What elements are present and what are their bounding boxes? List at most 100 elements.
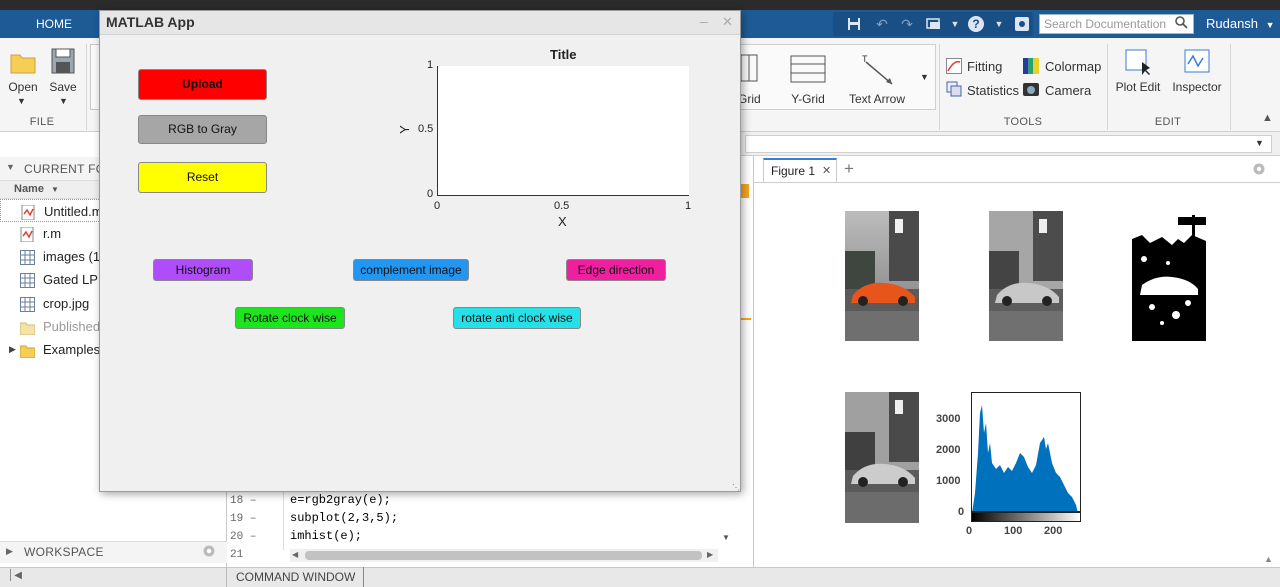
inspector-icon[interactable] [1183,48,1211,76]
complement-image-button[interactable]: complement image [353,259,469,281]
m-file-icon [21,204,36,221]
axes-y-tick: 0 [427,188,434,200]
list-item-label: Published [43,319,101,334]
close-icon[interactable]: ✕ [722,14,733,30]
original-image-subplot [845,211,919,341]
help-menu-chevron-icon[interactable]: ▼ [988,14,1010,34]
open-folder-icon[interactable] [10,50,36,76]
fitting-button[interactable]: Fitting [967,59,1002,74]
rotate-clockwise-button[interactable]: Rotate clock wise [235,307,345,329]
expand-triangle-icon[interactable]: ▶ [9,338,16,361]
rotate-anticlockwise-button[interactable]: rotate anti clock wise [453,307,581,329]
histogram-plot [971,392,1081,512]
collapse-ribbon-icon[interactable]: ▲ [1262,112,1273,124]
axes-ylabel: Y [396,125,412,134]
ribbon-separator [1107,44,1108,130]
editor-warning-marker [741,184,749,198]
plot-edit-icon[interactable] [1124,48,1152,76]
ui-axes[interactable] [437,66,689,196]
command-window-label: COMMAND WINDOW [236,570,356,584]
scroll-left-arrow-icon[interactable]: ◀ [292,550,298,559]
editor-gutter-divider [283,490,284,550]
community-icon[interactable] [1011,14,1033,34]
colormap-button[interactable]: Colormap [1045,59,1101,74]
m-file-icon [20,226,35,243]
chevron-down-icon[interactable]: ▼ [944,14,966,34]
scroll-right-arrow-icon[interactable]: ▶ [707,550,713,559]
app-title-bar[interactable] [100,11,740,35]
grayscale-image-subplot-2 [845,392,919,523]
hist-x-tick: 200 [1044,525,1063,537]
list-item-label: Untitled.m [44,204,103,219]
list-item-label: images (1 [43,249,101,264]
current-folder-path-field[interactable] [745,135,1272,153]
camera-button[interactable]: Camera [1045,83,1091,98]
plot-edit-button[interactable]: Plot Edit [1112,80,1164,94]
save-button[interactable]: Save [45,80,81,94]
matlab-app-window: MATLAB App – ✕ Upload RGB to Gray Reset … [99,10,741,492]
save-icon[interactable] [843,14,865,34]
open-button[interactable]: Open [4,80,42,94]
chevron-down-icon: ▼ [1265,20,1275,30]
chevron-down-icon[interactable]: ▼ [59,96,68,106]
line-number: 18 – [230,495,257,507]
colormap-icon[interactable] [1023,58,1039,74]
resize-grip-icon[interactable]: ▲ [1264,554,1273,564]
status-left-arrow-icon[interactable]: │◀ [8,570,22,581]
histogram-colorbar [971,512,1081,522]
code-line[interactable]: e=rgb2gray(e); [290,493,391,507]
scroll-down-arrow-icon[interactable]: ▼ [722,533,730,542]
code-line[interactable]: imhist(e); [290,529,362,543]
line-number: 21 [230,549,244,561]
collapse-triangle-icon[interactable]: ▼ [6,162,15,172]
axes-x-tick: 0.5 [554,200,570,212]
resize-grip-icon[interactable]: ⋱ [732,483,740,492]
expand-triangle-icon[interactable]: ▶ [6,546,13,557]
redo-icon[interactable]: ↷ [896,14,918,34]
grid-button[interactable]: Grid [738,92,762,106]
help-icon[interactable]: ? [965,14,987,34]
text-arrow-icon[interactable]: T [860,52,896,86]
edge-direction-button[interactable]: Edge direction [566,259,666,281]
axes-y-tick: 0.5 [418,123,434,135]
window-layout-icon[interactable] [923,14,945,34]
file-section-label: FILE [29,116,55,128]
panel-options-icon[interactable] [203,545,215,557]
chevron-down-icon[interactable]: ▼ [1255,138,1264,148]
add-figure-tab-button[interactable]: + [844,159,854,179]
search-documentation-input[interactable]: Search Documentation [1039,14,1194,34]
ribbon-separator [86,44,87,130]
current-folder-title: CURRENT FO [24,162,106,176]
user-account-menu[interactable]: Rudansh ▼ [1206,10,1280,38]
camera-icon[interactable] [1023,81,1039,97]
panel-options-icon[interactable] [1253,163,1265,175]
statistics-icon[interactable] [946,81,962,97]
chevron-down-icon[interactable]: ▼ [17,96,26,106]
undo-icon[interactable]: ↶ [871,14,893,34]
close-icon[interactable]: ✕ [822,164,831,177]
grid-file-icon [20,272,35,288]
editor-warning-marker [741,318,751,320]
y-grid-button[interactable]: Y-Grid [784,92,832,106]
inspector-button[interactable]: Inspector [1168,80,1226,94]
tab-figure-1[interactable]: Figure 1 ✕ [763,158,837,182]
horizontal-scrollbar-thumb[interactable] [305,551,702,560]
fitting-icon[interactable] [946,58,962,74]
name-column-header[interactable]: Name ▼ [14,183,59,195]
minimize-icon[interactable]: – [700,13,708,29]
tab-home[interactable]: HOME [28,10,80,38]
gallery-expand-chevron-icon[interactable]: ▼ [920,72,929,82]
statistics-button[interactable]: Statistics [967,83,1019,98]
upload-button[interactable]: Upload [138,69,267,100]
histogram-button[interactable]: Histogram [153,259,253,281]
save-icon[interactable] [50,48,76,74]
grid-icon[interactable] [740,54,759,82]
command-window-tab[interactable]: COMMAND WINDOW [226,567,364,587]
search-icon[interactable] [1172,15,1190,33]
text-arrow-button[interactable]: Text Arrow [844,92,910,106]
y-grid-icon[interactable] [790,55,826,83]
hist-y-tick: 1000 [936,475,961,487]
code-line[interactable]: subplot(2,3,5); [290,511,398,525]
reset-button[interactable]: Reset [138,162,267,193]
rgb-to-gray-button[interactable]: RGB to Gray [138,115,267,144]
